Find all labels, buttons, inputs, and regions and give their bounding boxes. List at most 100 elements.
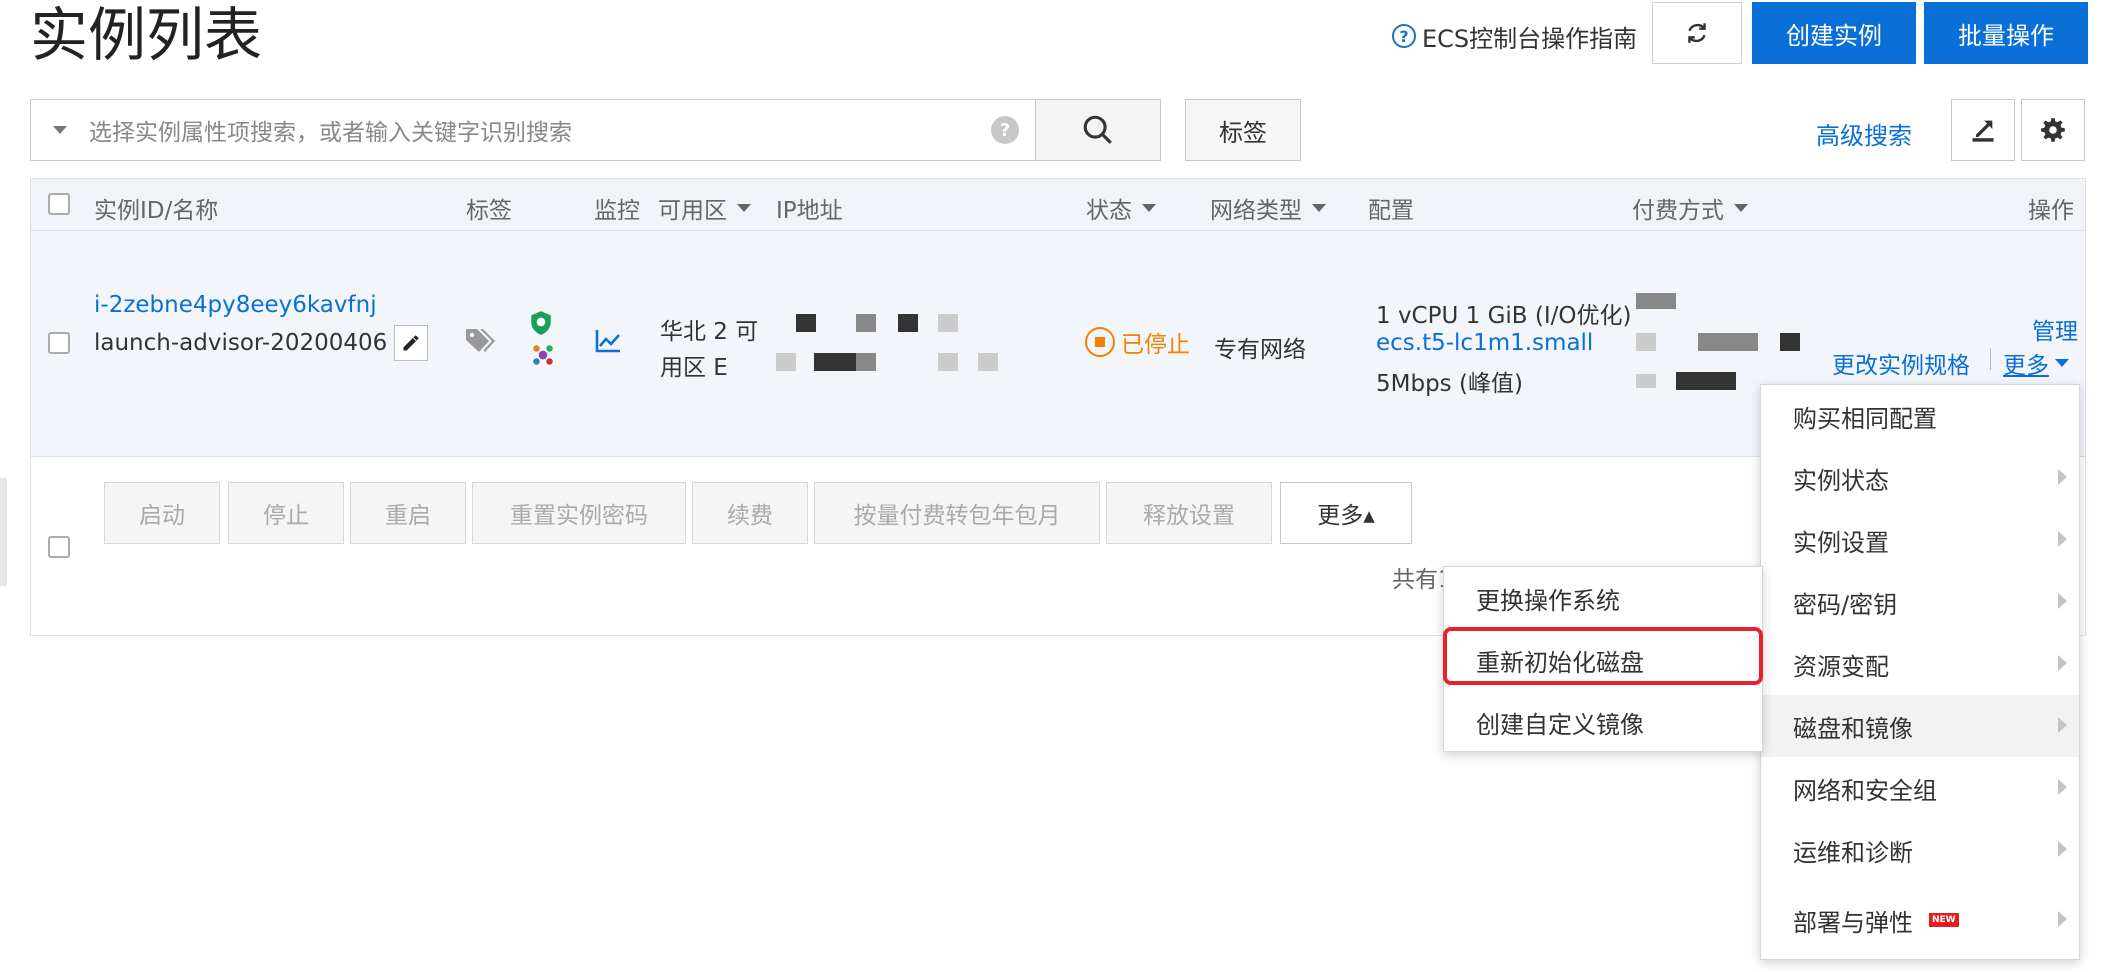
stop-button[interactable]: 停止: [228, 482, 344, 544]
chevron-right-icon: [2058, 717, 2067, 733]
row-checkbox[interactable]: [48, 332, 70, 354]
more-actions-link[interactable]: 更多: [2003, 346, 2069, 380]
menu-item-buy-same[interactable]: 购买相同配置: [1761, 385, 2079, 447]
refresh-icon: [1688, 23, 1706, 43]
monitor-chart-icon[interactable]: [594, 328, 622, 354]
pencil-icon: [403, 335, 419, 351]
network-type: 专有网络: [1214, 337, 1306, 363]
link-separator: [1990, 348, 1991, 370]
masked-billing: [1780, 333, 1800, 351]
column-header-actions: 操作: [2028, 198, 2074, 224]
instance-type-link[interactable]: ecs.t5-lc1m1.small: [1376, 330, 1593, 356]
column-header-id: 实例ID/名称: [94, 198, 219, 224]
batch-more-button[interactable]: 更多▴: [1280, 482, 1412, 544]
highlight-frame: [1443, 627, 1763, 685]
status-badge: 已停止: [1085, 325, 1190, 359]
caret-down-icon: [2055, 359, 2069, 367]
export-button[interactable]: [1951, 99, 2015, 161]
column-header-tags: 标签: [466, 198, 512, 224]
dropdown-caret-icon: [1734, 204, 1748, 212]
masked-ip: [978, 353, 998, 371]
select-all-checkbox[interactable]: [48, 193, 70, 215]
console-guide-label: ECS控制台操作指南: [1422, 24, 1638, 53]
dropdown-caret-icon: [1142, 204, 1156, 212]
more-actions-menu: 购买相同配置 实例状态 实例设置 密码/密钥 资源变配 磁盘和镜像 网络和安全组…: [1760, 384, 2080, 960]
dropdown-caret-icon: [1312, 204, 1326, 212]
chevron-right-icon: [2058, 531, 2067, 547]
masked-ip: [938, 314, 958, 332]
config-spec: 1 vCPU 1 GiB (I/O优化): [1376, 303, 1632, 329]
release-settings-button[interactable]: 释放设置: [1106, 482, 1272, 544]
menu-item-deploy-elastic[interactable]: 部署与弹性 NEW: [1761, 889, 2079, 951]
chevron-right-icon: [2058, 655, 2067, 671]
restart-button[interactable]: 重启: [350, 482, 466, 544]
dropdown-caret-icon: [737, 204, 751, 212]
masked-ip: [898, 314, 918, 332]
menu-item-ops-diagnosis[interactable]: 运维和诊断: [1761, 819, 2079, 881]
chevron-down-icon[interactable]: [53, 126, 67, 134]
column-header-zone[interactable]: 可用区: [658, 191, 751, 225]
export-icon: [1972, 120, 1994, 142]
chevron-right-icon: [2058, 841, 2067, 857]
tag-filter-button[interactable]: 标签: [1185, 99, 1301, 161]
renew-button[interactable]: 续费: [692, 482, 808, 544]
menu-item-resource-change[interactable]: 资源变配: [1761, 633, 2079, 695]
new-badge: NEW: [1929, 913, 1959, 927]
column-header-network[interactable]: 网络类型: [1210, 191, 1326, 225]
menu-item-disk-image[interactable]: 磁盘和镜像: [1761, 695, 2079, 757]
reset-password-button[interactable]: 重置实例密码: [472, 482, 686, 544]
masked-ip: [796, 314, 816, 332]
bandwidth: 5Mbps (峰值): [1376, 371, 1523, 397]
chevron-right-icon: [2058, 469, 2067, 485]
column-header-billing[interactable]: 付费方式: [1632, 191, 1748, 225]
start-button[interactable]: 启动: [104, 482, 220, 544]
security-shield-icon: [531, 311, 551, 335]
masked-billing: [1698, 333, 1758, 351]
column-header-config: 配置: [1368, 198, 1414, 224]
console-guide-link[interactable]: ? ECS控制台操作指南: [1392, 18, 1637, 54]
search-placeholder: 选择实例属性项搜索，或者输入关键字识别搜索: [89, 120, 572, 146]
menu-item-password-key[interactable]: 密码/密钥: [1761, 571, 2079, 633]
zone-line2: 用区 E: [660, 355, 728, 381]
menu-item-instance-settings[interactable]: 实例设置: [1761, 509, 2079, 571]
instance-id-link[interactable]: i-2zebne4py8eey6kavfnj: [94, 292, 377, 318]
search-input[interactable]: 选择实例属性项搜索，或者输入关键字识别搜索 ?: [30, 99, 1036, 161]
instance-name: launch-advisor-20200406: [94, 330, 388, 356]
masked-ip: [856, 353, 876, 371]
search-button[interactable]: [1035, 99, 1161, 161]
submenu-item-create-image[interactable]: 创建自定义镜像: [1444, 691, 1762, 753]
table-header: [31, 179, 2085, 231]
column-header-monitor: 监控: [594, 198, 640, 224]
gear-icon: [2041, 118, 2065, 142]
settings-button[interactable]: [2021, 99, 2085, 161]
manage-link[interactable]: 管理: [2032, 312, 2078, 346]
column-header-ip: IP地址: [776, 198, 843, 224]
menu-item-network-security[interactable]: 网络和安全组: [1761, 757, 2079, 819]
question-icon[interactable]: ?: [991, 116, 1019, 144]
os-icon: [533, 345, 553, 365]
tag-icon[interactable]: [464, 326, 496, 356]
submenu-item-replace-os[interactable]: 更换操作系统: [1444, 567, 1762, 629]
chevron-right-icon: [2058, 593, 2067, 609]
convert-billing-button[interactable]: 按量付费转包年包月: [814, 482, 1100, 544]
change-spec-link[interactable]: 更改实例规格: [1832, 346, 1970, 380]
masked-billing: [1636, 333, 1656, 351]
chevron-right-icon: [2058, 911, 2067, 927]
batch-select-checkbox[interactable]: [48, 536, 70, 558]
help-circle-icon: ?: [1392, 24, 1416, 48]
masked-ip: [938, 353, 958, 371]
advanced-search-link[interactable]: 高级搜索: [1816, 116, 1912, 151]
masked-ip: [856, 314, 876, 332]
edit-name-button[interactable]: [394, 325, 428, 361]
batch-operation-button[interactable]: 批量操作: [1924, 2, 2088, 64]
search-icon: [1083, 115, 1112, 144]
refresh-button[interactable]: [1652, 2, 1742, 64]
masked-billing: [1676, 372, 1736, 390]
column-header-status[interactable]: 状态: [1086, 191, 1156, 225]
side-panel-handle[interactable]: [0, 478, 7, 586]
zone-line1: 华北 2 可: [660, 319, 759, 345]
menu-item-instance-status[interactable]: 实例状态: [1761, 447, 2079, 509]
create-instance-button[interactable]: 创建实例: [1752, 2, 1916, 64]
stopped-icon: [1085, 327, 1115, 357]
page-title: 实例列表: [30, 1, 263, 69]
